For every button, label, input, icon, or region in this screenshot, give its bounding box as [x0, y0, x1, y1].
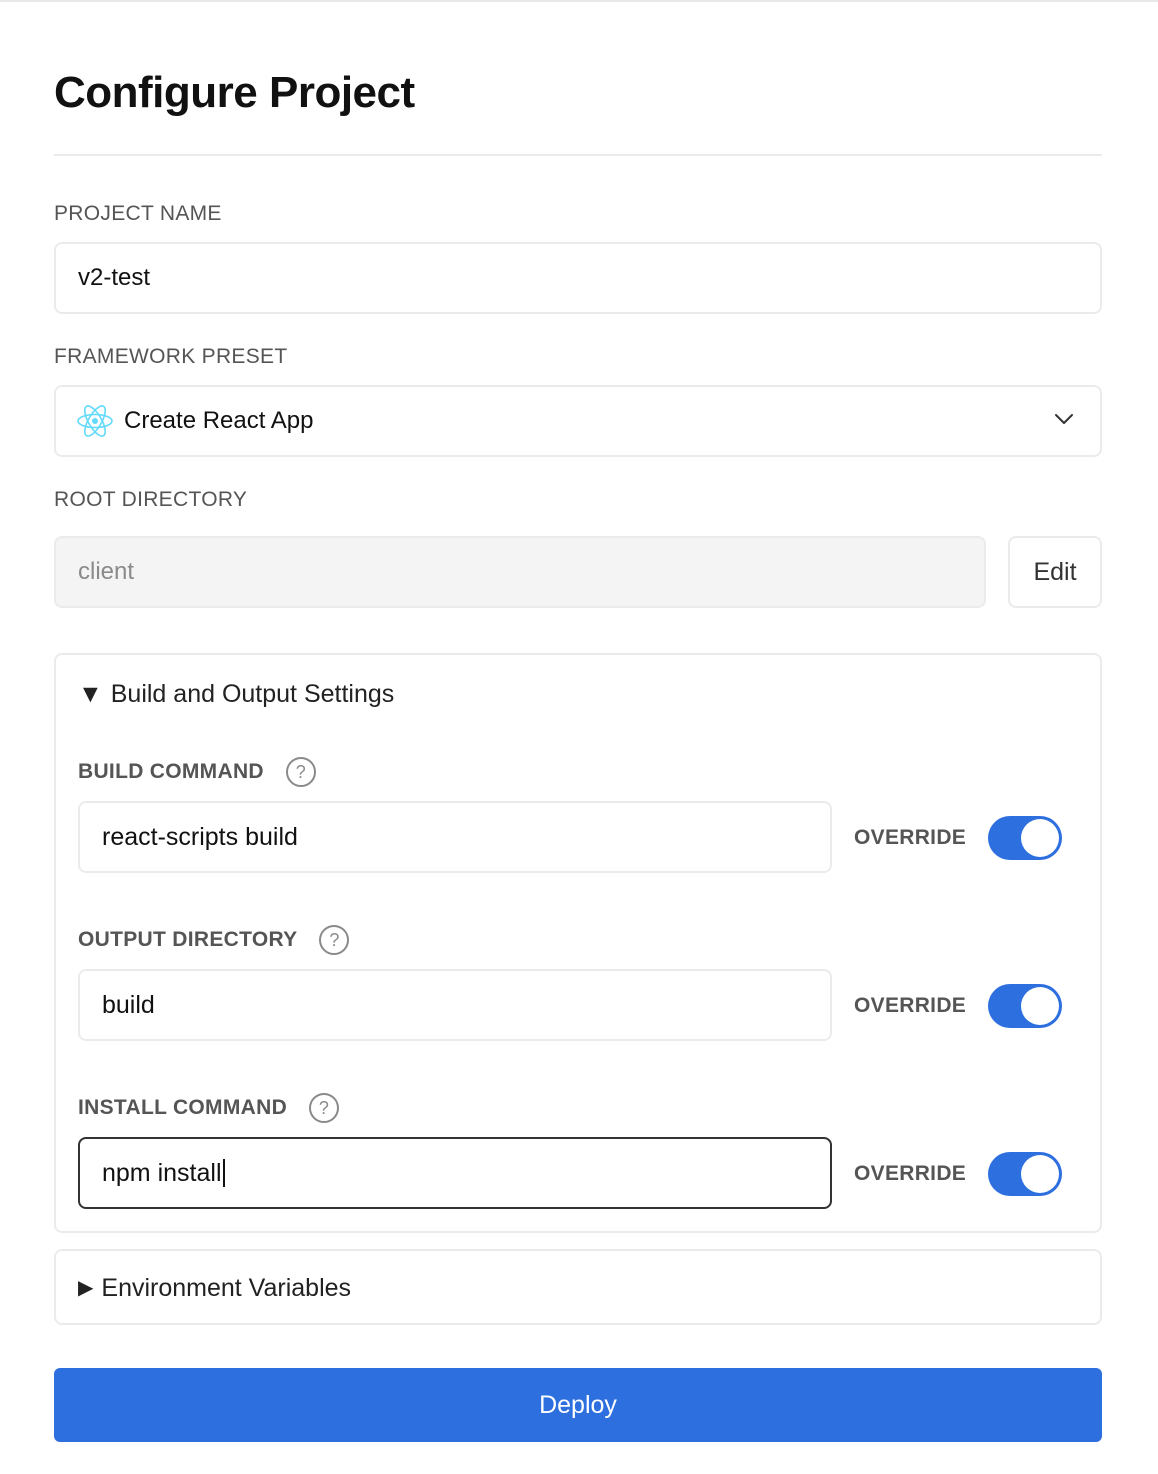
build-command-label: BUILD COMMAND	[78, 760, 264, 783]
install-command-input[interactable]: npm install	[78, 1137, 832, 1209]
framework-preset-label: FRAMEWORK PRESET	[54, 345, 288, 368]
output-directory-label-row: OUTPUT DIRECTORY ?	[78, 925, 350, 955]
environment-variables-toggle[interactable]: ▶ Environment Variables	[78, 1273, 351, 1303]
project-name-value: v2-test	[78, 264, 151, 291]
toggle-knob	[1021, 1155, 1059, 1193]
output-directory-value: build	[102, 990, 155, 1019]
environment-variables-panel: ▶ Environment Variables	[54, 1249, 1102, 1325]
install-command-label: INSTALL COMMAND	[78, 1096, 288, 1119]
build-command-label-row: BUILD COMMAND ?	[78, 757, 316, 787]
edit-root-directory-button[interactable]: Edit	[1008, 536, 1102, 608]
install-command-override-label: OVERRIDE	[854, 1162, 967, 1185]
build-command-override-toggle[interactable]	[988, 816, 1062, 860]
project-name-label: PROJECT NAME	[54, 202, 222, 225]
top-border	[0, 0, 1158, 2]
build-command-input[interactable]: react-scripts build	[78, 801, 832, 873]
react-icon	[77, 405, 113, 437]
environment-variables-title: Environment Variables	[101, 1274, 352, 1302]
triangle-right-icon: ▶	[78, 1277, 94, 1299]
page-title: Configure Project	[54, 68, 415, 117]
chevron-down-icon	[1055, 414, 1073, 424]
output-directory-input[interactable]: build	[78, 969, 832, 1041]
framework-preset-select[interactable]: Create React App	[54, 385, 1102, 457]
build-command-value: react-scripts build	[102, 822, 298, 851]
install-command-label-row: INSTALL COMMAND ?	[78, 1093, 340, 1123]
output-directory-override-toggle[interactable]	[988, 984, 1062, 1028]
build-output-settings-panel: ▼ Build and Output Settings BUILD COMMAN…	[54, 653, 1102, 1233]
root-directory-input: client	[54, 536, 986, 608]
output-directory-label: OUTPUT DIRECTORY	[78, 928, 298, 951]
root-directory-value: client	[78, 558, 135, 585]
title-divider	[54, 154, 1102, 156]
build-command-override-label: OVERRIDE	[854, 826, 967, 849]
root-directory-label: ROOT DIRECTORY	[54, 488, 248, 511]
build-output-settings-toggle[interactable]: ▼ Build and Output Settings	[78, 679, 394, 709]
help-icon[interactable]: ?	[285, 757, 316, 787]
text-caret	[222, 1159, 225, 1187]
framework-preset-value: Create React App	[124, 407, 314, 434]
install-command-value: npm install	[102, 1158, 222, 1187]
help-icon[interactable]: ?	[309, 1093, 340, 1123]
build-output-settings-title: Build and Output Settings	[110, 680, 395, 708]
project-name-input[interactable]: v2-test	[54, 242, 1102, 314]
toggle-knob	[1021, 987, 1059, 1025]
install-command-override-toggle[interactable]	[988, 1152, 1062, 1196]
triangle-down-icon: ▼	[78, 680, 103, 708]
deploy-button[interactable]: Deploy	[54, 1368, 1102, 1442]
output-directory-override-label: OVERRIDE	[854, 994, 967, 1017]
help-icon[interactable]: ?	[319, 925, 350, 955]
toggle-knob	[1021, 819, 1059, 857]
